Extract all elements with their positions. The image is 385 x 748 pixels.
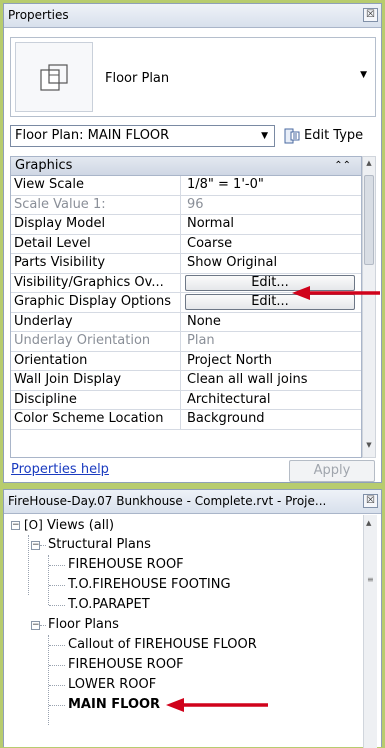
type-selector[interactable]: Floor Plan ▼ bbox=[10, 37, 376, 117]
tree-item[interactable]: T.O.FIREHOUSE FOOTING bbox=[68, 575, 231, 595]
property-row[interactable]: View Scale 1/8" = 1'-0" bbox=[11, 176, 361, 196]
tree-node-structural-plans[interactable]: Structural Plans bbox=[48, 535, 151, 555]
property-name: Detail Level bbox=[11, 234, 181, 253]
tree-connector bbox=[48, 635, 49, 725]
scroll-up-icon[interactable]: ▲ bbox=[366, 519, 371, 527]
property-name: Display Model bbox=[11, 215, 181, 234]
scroll-up-icon[interactable]: ▲ bbox=[363, 159, 375, 173]
property-value[interactable]: 1/8" = 1'-0" bbox=[181, 176, 361, 195]
annotation-arrow-icon bbox=[292, 286, 380, 300]
property-value[interactable]: Show Original bbox=[181, 254, 361, 273]
tree-node-views-all[interactable]: [O] Views (all) bbox=[24, 515, 114, 535]
properties-grid: Graphics ⌃⌃ View Scale 1/8" = 1'-0" Scal… bbox=[10, 156, 362, 458]
property-value: 96 bbox=[187, 196, 204, 212]
tree-connector bbox=[48, 555, 49, 605]
property-row[interactable]: Color Scheme Location Background bbox=[11, 410, 361, 430]
dropdown-arrow-icon[interactable]: ▼ bbox=[360, 70, 367, 80]
browser-title: FireHouse-Day.07 Bunkhouse - Complete.rv… bbox=[8, 494, 327, 508]
property-name: Underlay bbox=[11, 312, 181, 331]
property-name: View Scale bbox=[11, 176, 181, 195]
edit-type-button[interactable]: Edit Type bbox=[282, 125, 363, 147]
property-value[interactable]: Background bbox=[181, 410, 361, 429]
type-name: Floor Plan bbox=[105, 71, 170, 86]
close-icon[interactable]: ☒ bbox=[363, 8, 378, 22]
tree-connector bbox=[49, 605, 65, 606]
property-row[interactable]: Discipline Architectural bbox=[11, 390, 361, 410]
close-icon[interactable]: ☒ bbox=[363, 494, 378, 508]
tree-node-floor-plans[interactable]: Floor Plans bbox=[48, 615, 119, 635]
property-name: Wall Join Display bbox=[11, 371, 181, 390]
property-value[interactable]: Clean all wall joins bbox=[181, 371, 361, 390]
property-value[interactable]: Normal bbox=[181, 215, 361, 234]
properties-title: Properties bbox=[8, 8, 69, 22]
tree-connector bbox=[49, 665, 65, 666]
instance-filter-dropdown[interactable]: Floor Plan: MAIN FLOOR ▼ bbox=[10, 125, 275, 147]
tree-connector bbox=[49, 645, 65, 646]
property-value[interactable]: None bbox=[181, 313, 361, 332]
tree-connector bbox=[49, 685, 65, 686]
property-name: Scale Value 1: bbox=[11, 195, 181, 214]
tree-connector bbox=[40, 545, 46, 546]
tree-connector bbox=[49, 585, 65, 586]
tree-connector bbox=[40, 625, 46, 626]
edit-type-icon bbox=[284, 128, 300, 152]
collapse-icon[interactable]: ⌃⌃ bbox=[334, 157, 351, 175]
graphics-group-header[interactable]: Graphics ⌃⌃ bbox=[11, 157, 361, 176]
instance-filter-value: Floor Plan: MAIN FLOOR bbox=[15, 128, 170, 143]
floor-plan-thumbnail-icon bbox=[15, 42, 93, 112]
property-row[interactable]: Parts Visibility Show Original bbox=[11, 254, 361, 274]
tree-item[interactable]: Callout of FIREHOUSE FLOOR bbox=[68, 635, 257, 655]
annotation-arrow-icon bbox=[166, 698, 268, 712]
property-value[interactable]: Coarse bbox=[181, 235, 361, 254]
browser-title-bar[interactable]: FireHouse-Day.07 Bunkhouse - Complete.rv… bbox=[4, 490, 381, 514]
property-row: Scale Value 1: 96 bbox=[11, 195, 361, 215]
project-tree: − [O] Views (all) − Structural Plans FIR… bbox=[4, 515, 360, 748]
property-name: Graphic Display Options bbox=[11, 293, 181, 312]
chevron-down-icon: ▼ bbox=[261, 131, 268, 141]
property-row[interactable]: Underlay None bbox=[11, 312, 361, 332]
property-value[interactable]: Architectural bbox=[181, 391, 361, 410]
scrollbar-grip-icon[interactable]: ≡ bbox=[367, 575, 374, 584]
collapse-expander-icon[interactable]: − bbox=[31, 541, 40, 550]
property-name: Underlay Orientation bbox=[11, 332, 181, 351]
properties-scrollbar[interactable]: ▲ ▼ bbox=[362, 156, 376, 458]
tree-item[interactable]: T.O.PARAPET bbox=[68, 595, 150, 615]
properties-help-link[interactable]: Properties help bbox=[11, 462, 109, 477]
property-value[interactable]: Project North bbox=[181, 352, 361, 371]
property-row[interactable]: Wall Join Display Clean all wall joins bbox=[11, 371, 361, 391]
property-row: Underlay Orientation Plan bbox=[11, 332, 361, 352]
group-label: Graphics bbox=[15, 158, 73, 173]
property-name: Discipline bbox=[11, 390, 181, 409]
tree-item[interactable]: FIREHOUSE ROOF bbox=[68, 655, 184, 675]
property-name: Color Scheme Location bbox=[11, 410, 181, 429]
property-name: Visibility/Graphics Ov... bbox=[11, 273, 181, 292]
scroll-down-icon[interactable]: ▼ bbox=[363, 441, 375, 455]
property-name: Parts Visibility bbox=[11, 254, 181, 273]
views-icon: [O] bbox=[24, 518, 43, 532]
property-value: Plan bbox=[187, 333, 215, 348]
property-row[interactable]: Orientation Project North bbox=[11, 351, 361, 371]
properties-panel: Properties ☒ Floor Plan ▼ Floor Plan: MA… bbox=[3, 3, 382, 483]
property-name: Orientation bbox=[11, 351, 181, 370]
tree-item[interactable]: FIREHOUSE ROOF bbox=[68, 555, 184, 575]
scrollbar-thumb[interactable] bbox=[364, 175, 374, 265]
instance-filter-row: Floor Plan: MAIN FLOOR ▼ Edit Type bbox=[10, 125, 376, 149]
tree-connector bbox=[49, 565, 65, 566]
collapse-expander-icon[interactable]: − bbox=[31, 621, 40, 630]
tree-connector bbox=[28, 535, 29, 595]
edit-type-label: Edit Type bbox=[304, 128, 364, 143]
tree-connector bbox=[49, 705, 65, 706]
properties-title-bar[interactable]: Properties ☒ bbox=[4, 4, 381, 28]
browser-scrollbar[interactable]: ▲ ≡ bbox=[363, 515, 377, 748]
tree-item[interactable]: LOWER ROOF bbox=[68, 675, 156, 695]
tree-item-selected[interactable]: MAIN FLOOR bbox=[68, 695, 160, 715]
property-row[interactable]: Detail Level Coarse bbox=[11, 234, 361, 254]
property-row[interactable]: Display Model Normal bbox=[11, 215, 361, 235]
apply-button[interactable]: Apply bbox=[289, 460, 375, 482]
collapse-expander-icon[interactable]: − bbox=[11, 521, 20, 530]
tree-node-label: Views (all) bbox=[46, 518, 115, 533]
